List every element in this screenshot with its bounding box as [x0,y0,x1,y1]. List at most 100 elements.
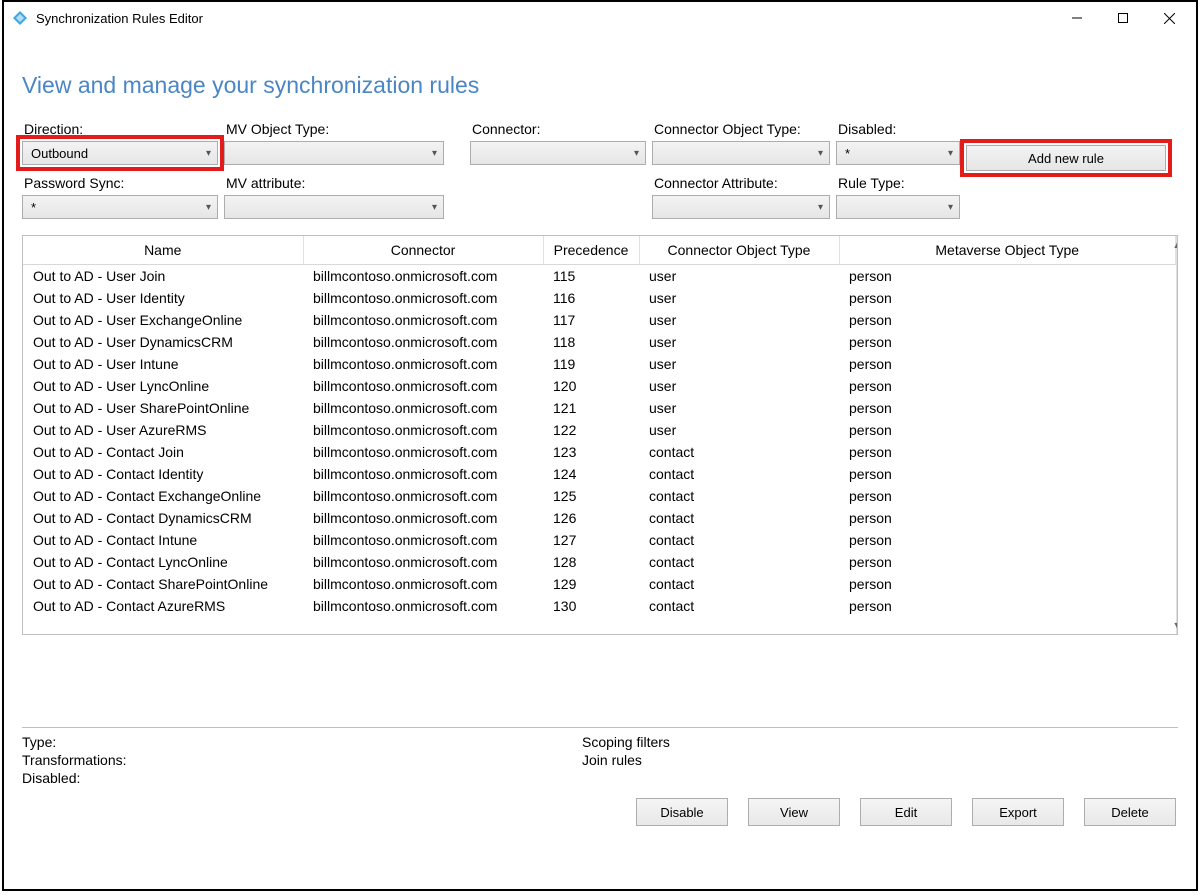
cell-conn: billmcontoso.onmicrosoft.com [303,353,543,375]
table-row[interactable]: Out to AD - User Joinbillmcontoso.onmicr… [23,265,1176,288]
cell-prec: 124 [543,463,639,485]
mv-object-type-label: MV Object Type: [224,121,444,137]
window-title: Synchronization Rules Editor [36,11,203,26]
add-new-rule-button[interactable]: Add new rule [966,145,1166,171]
connector-combo[interactable]: ▾ [470,141,646,165]
cell-prec: 120 [543,375,639,397]
delete-button[interactable]: Delete [1084,798,1176,826]
detail-type-label: Type: [22,734,582,750]
cell-mvot: person [839,419,1176,441]
chevron-down-icon: ▾ [432,202,437,213]
table-row[interactable]: Out to AD - User Intunebillmcontoso.onmi… [23,353,1176,375]
cell-cot: contact [639,573,839,595]
password-sync-combo[interactable]: * ▾ [22,195,218,219]
cell-conn: billmcontoso.onmicrosoft.com [303,507,543,529]
col-header-name[interactable]: Name [23,236,303,265]
edit-button[interactable]: Edit [860,798,952,826]
cell-name: Out to AD - Contact Identity [23,463,303,485]
cell-mvot: person [839,595,1176,617]
table-row[interactable]: Out to AD - Contact LyncOnlinebillmconto… [23,551,1176,573]
table-row[interactable]: Out to AD - Contact SharePointOnlinebill… [23,573,1176,595]
mv-attribute-label: MV attribute: [224,175,444,191]
mv-object-type-combo[interactable]: ▾ [224,141,444,165]
cell-conn: billmcontoso.onmicrosoft.com [303,441,543,463]
app-window: Synchronization Rules Editor View and ma… [2,0,1198,891]
cell-name: Out to AD - User ExchangeOnline [23,309,303,331]
cell-cot: user [639,353,839,375]
vertical-scrollbar[interactable]: ▲ ▼ [1176,236,1177,634]
cell-name: Out to AD - User LyncOnline [23,375,303,397]
col-header-precedence[interactable]: Precedence [543,236,639,265]
table-row[interactable]: Out to AD - User ExchangeOnlinebillmcont… [23,309,1176,331]
view-button[interactable]: View [748,798,840,826]
cell-prec: 122 [543,419,639,441]
cell-mvot: person [839,397,1176,419]
cell-mvot: person [839,485,1176,507]
chevron-down-icon: ▾ [206,148,211,159]
cell-mvot: person [839,287,1176,309]
table-row[interactable]: Out to AD - User LyncOnlinebillmcontoso.… [23,375,1176,397]
direction-value: Outbound [31,146,88,161]
table-row[interactable]: Out to AD - Contact Identitybillmcontoso… [23,463,1176,485]
table-row[interactable]: Out to AD - User AzureRMSbillmcontoso.on… [23,419,1176,441]
cell-prec: 118 [543,331,639,353]
cell-conn: billmcontoso.onmicrosoft.com [303,397,543,419]
cell-name: Out to AD - User AzureRMS [23,419,303,441]
cell-cot: contact [639,595,839,617]
mv-attribute-combo[interactable]: ▾ [224,195,444,219]
connector-object-type-combo[interactable]: ▾ [652,141,830,165]
disabled-combo[interactable]: * ▾ [836,141,960,165]
cell-name: Out to AD - User Intune [23,353,303,375]
connector-attribute-combo[interactable]: ▾ [652,195,830,219]
rules-table-container: Name Connector Precedence Connector Obje… [22,235,1178,635]
direction-combo[interactable]: Outbound ▾ [22,141,218,165]
cell-prec: 121 [543,397,639,419]
table-row[interactable]: Out to AD - User Identitybillmcontoso.on… [23,287,1176,309]
col-header-mv-obj-type[interactable]: Metaverse Object Type [839,236,1176,265]
detail-transformations-label: Transformations: [22,752,582,768]
close-button[interactable] [1146,3,1192,33]
cell-prec: 123 [543,441,639,463]
cell-conn: billmcontoso.onmicrosoft.com [303,485,543,507]
disable-button[interactable]: Disable [636,798,728,826]
cell-name: Out to AD - Contact Join [23,441,303,463]
col-header-conn-obj-type[interactable]: Connector Object Type [639,236,839,265]
maximize-button[interactable] [1100,3,1146,33]
cell-name: Out to AD - Contact DynamicsCRM [23,507,303,529]
cell-name: Out to AD - User Join [23,265,303,288]
detail-scoping-label: Scoping filters [582,734,1178,750]
disabled-value: * [845,146,850,161]
cell-prec: 117 [543,309,639,331]
table-row[interactable]: Out to AD - Contact Intunebillmcontoso.o… [23,529,1176,551]
password-sync-label: Password Sync: [22,175,218,191]
cell-cot: contact [639,551,839,573]
col-header-connector[interactable]: Connector [303,236,543,265]
table-row[interactable]: Out to AD - Contact DynamicsCRMbillmcont… [23,507,1176,529]
cell-conn: billmcontoso.onmicrosoft.com [303,463,543,485]
table-row[interactable]: Out to AD - User DynamicsCRMbillmcontoso… [23,331,1176,353]
cell-mvot: person [839,441,1176,463]
chevron-down-icon: ▾ [948,202,953,213]
cell-prec: 129 [543,573,639,595]
table-row[interactable]: Out to AD - Contact AzureRMSbillmcontoso… [23,595,1176,617]
chevron-down-icon: ▾ [206,202,211,213]
cell-cot: user [639,419,839,441]
cell-mvot: person [839,573,1176,595]
table-row[interactable]: Out to AD - Contact ExchangeOnlinebillmc… [23,485,1176,507]
cell-cot: user [639,397,839,419]
cell-cot: user [639,287,839,309]
cell-conn: billmcontoso.onmicrosoft.com [303,331,543,353]
cell-conn: billmcontoso.onmicrosoft.com [303,551,543,573]
password-sync-value: * [31,200,36,215]
table-row[interactable]: Out to AD - Contact Joinbillmcontoso.onm… [23,441,1176,463]
rule-type-label: Rule Type: [836,175,960,191]
page-heading: View and manage your synchronization rul… [22,72,1178,99]
cell-cot: user [639,375,839,397]
export-button[interactable]: Export [972,798,1064,826]
rule-type-combo[interactable]: ▾ [836,195,960,219]
cell-cot: contact [639,507,839,529]
cell-mvot: person [839,265,1176,288]
table-row[interactable]: Out to AD - User SharePointOnlinebillmco… [23,397,1176,419]
minimize-button[interactable] [1054,3,1100,33]
chevron-down-icon: ▾ [818,148,823,159]
